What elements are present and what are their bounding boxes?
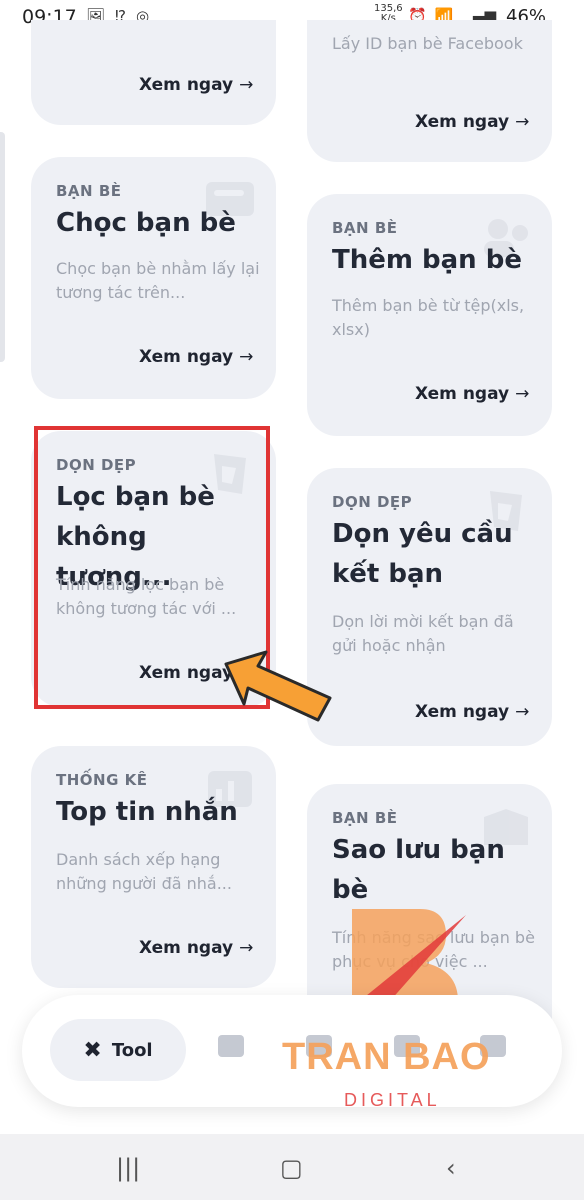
card-description: Lấy ID bạn bè Facebook bbox=[332, 34, 523, 53]
home-icon[interactable]: ▢ bbox=[280, 1154, 303, 1182]
system-navigation-bar: ||| ▢ ‹ bbox=[0, 1134, 584, 1200]
edge-panel-handle[interactable] bbox=[0, 132, 5, 362]
tab-tool-label: Tool bbox=[111, 1039, 153, 1061]
card-description: Dọn lời mời kết bạn đã gửi hoặc nhận bbox=[332, 612, 514, 655]
card-category: DỌN DẸP bbox=[332, 493, 413, 511]
card-category: BẠN BÈ bbox=[56, 182, 122, 200]
card-category: BẠN BÈ bbox=[332, 809, 398, 827]
card-title: Thêm bạn bè bbox=[332, 245, 522, 275]
watermark-sub: DIGITAL bbox=[344, 1090, 441, 1110]
card-category: BẠN BÈ bbox=[332, 219, 398, 237]
view-now-link[interactable]: Xem ngay→ bbox=[415, 112, 529, 132]
card-title: Dọn yêu cầu kết bạn bbox=[332, 519, 513, 589]
view-now-link[interactable]: Xem ngay→ bbox=[139, 75, 253, 95]
card-description: Danh sách xếp hạng những người đã nhắ... bbox=[56, 850, 232, 893]
feature-card[interactable]: Xem ngay → bbox=[31, 20, 276, 125]
browser-icon[interactable] bbox=[218, 1035, 244, 1057]
card-title: Sao lưu bạn bè bbox=[332, 835, 505, 905]
feature-card-poke[interactable]: BẠN BÈ Chọc bạn bè Chọc bạn bè nhằm lấy … bbox=[31, 157, 276, 399]
view-now-link[interactable]: Xem ngay→ bbox=[139, 938, 253, 958]
tab-tool[interactable]: ✖ Tool bbox=[50, 1019, 186, 1081]
card-description: Chọc bạn bè nhằm lấy lại tương tác trên.… bbox=[56, 259, 260, 302]
view-now-link[interactable]: Xem ngay→ bbox=[415, 702, 529, 722]
tools-icon: ✖ bbox=[83, 1037, 102, 1063]
feature-card-add-friends[interactable]: BẠN BÈ Thêm bạn bè Thêm bạn bè từ tệp(xl… bbox=[307, 194, 552, 436]
view-now-link[interactable]: Xem ngay→ bbox=[139, 347, 253, 367]
recent-apps-icon[interactable]: ||| bbox=[116, 1154, 140, 1182]
feature-card-top-messages[interactable]: THỐNG KÊ Top tin nhắn Danh sách xếp hạng… bbox=[31, 746, 276, 988]
pointer-arrow-icon bbox=[224, 650, 332, 722]
feature-card-facebook-id[interactable]: Lấy ID bạn bè Facebook Xem ngay → bbox=[307, 20, 552, 162]
card-description: Thêm bạn bè từ tệp(xls, xlsx) bbox=[332, 296, 525, 339]
watermark-brand: TRAN BAO bbox=[282, 1036, 491, 1078]
view-now-link[interactable]: Xem ngay→ bbox=[415, 384, 529, 404]
feature-card-clean-requests[interactable]: DỌN DẸP Dọn yêu cầu kết bạn Dọn lời mời … bbox=[307, 468, 552, 746]
back-icon[interactable]: ‹ bbox=[446, 1154, 456, 1182]
card-title: Top tin nhắn bbox=[56, 797, 238, 827]
card-title: Chọc bạn bè bbox=[56, 208, 236, 238]
card-category: THỐNG KÊ bbox=[56, 771, 148, 789]
